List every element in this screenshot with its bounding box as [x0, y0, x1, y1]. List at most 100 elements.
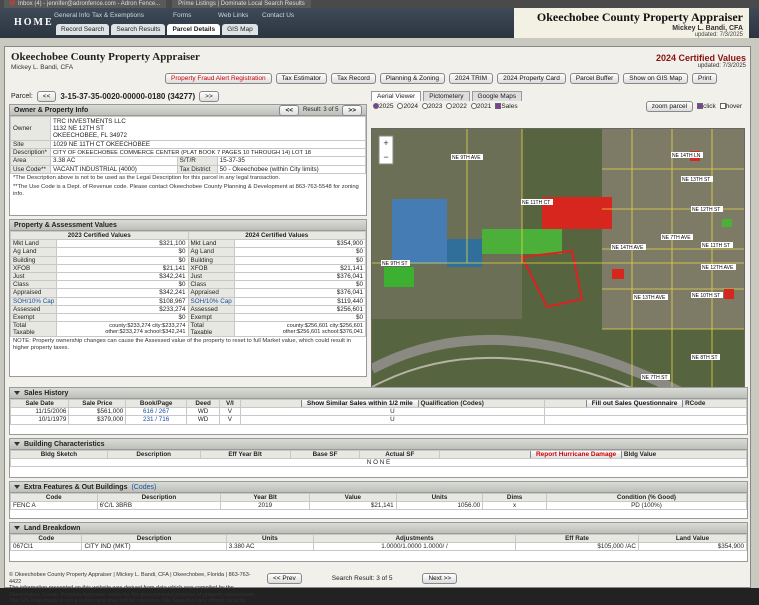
- use-code: VACANT INDUSTRIAL (4000): [50, 164, 178, 174]
- fraud-alert-button[interactable]: Property Fraud Alert Registration: [165, 73, 272, 84]
- print-button[interactable]: Print: [692, 73, 718, 84]
- owner-next-button[interactable]: >>: [342, 104, 362, 116]
- value-label: Building: [9, 255, 58, 265]
- total-2024-a: county:$256,601 city:$256,601: [286, 322, 363, 329]
- owner-result: Result: 3 of 5: [303, 107, 339, 113]
- show-gis-map-button[interactable]: Show on GIS Map: [623, 73, 689, 84]
- book-page-link[interactable]: 616 / 267: [125, 407, 188, 417]
- parcel-number: 3-15-37-35-0020-00000-0180 (34277): [60, 92, 196, 101]
- value-label: Mkt Land: [9, 239, 58, 249]
- values-heading: Property & Assessment Values: [10, 220, 366, 231]
- total-2023-a: county:$233,274 city:$233,274: [109, 322, 186, 329]
- browser-tab-gmail[interactable]: M Inbox (4) - jennifer@adronfence.com - A…: [4, 0, 167, 8]
- parcel-buffer-button[interactable]: Parcel Buffer: [569, 73, 620, 84]
- prev-parcel-button[interactable]: <<: [36, 91, 57, 102]
- extra-heading: Extra Features & Out Buildings (Codes): [10, 482, 747, 493]
- area-value: 3.38 AC: [50, 156, 178, 166]
- sales-cell: [544, 415, 747, 425]
- year-2024-radio[interactable]: 2024: [397, 103, 418, 110]
- value-label: XFOB: [9, 263, 58, 273]
- nav-general-info[interactable]: General Info: [54, 12, 90, 19]
- tax-record-button[interactable]: Tax Record: [331, 73, 376, 84]
- value-amount: $0: [56, 247, 189, 257]
- codes-link[interactable]: (Codes): [131, 484, 156, 491]
- collapse-icon[interactable]: [14, 485, 20, 489]
- tab-gis-map[interactable]: GIS Map: [222, 24, 258, 35]
- hurricane-damage-button[interactable]: Report Hurricane Damage: [529, 451, 623, 458]
- tab-aerial-viewer[interactable]: Aerial Viewer: [371, 91, 422, 101]
- planning-zoning-button[interactable]: Planning & Zoning: [379, 73, 446, 84]
- nav-tax-exemptions[interactable]: Tax & Exemptions: [92, 12, 144, 19]
- next-result-button[interactable]: Next >>: [422, 573, 458, 584]
- next-parcel-button[interactable]: >>: [199, 91, 219, 102]
- value-amount: $21,141: [56, 263, 189, 273]
- value-amount: $256,601: [233, 304, 367, 314]
- sales-cell: U: [239, 407, 546, 417]
- value-label: Just: [187, 271, 235, 282]
- nav-forms[interactable]: Forms: [173, 12, 191, 19]
- value-amount: $233,274: [56, 304, 189, 314]
- collapse-icon[interactable]: [14, 442, 20, 446]
- land-table: Code Description Units Adjustments Eff Rate L…: [9, 533, 748, 552]
- sales-heading: Sales History: [10, 388, 747, 399]
- hover-checkbox[interactable]: hover: [719, 103, 742, 110]
- property-card-button[interactable]: 2024 Property Card: [497, 73, 566, 84]
- site-updated: updated: 7/3/2025: [694, 32, 743, 38]
- sales-section: Sales History Sale Date Sale Price Book/Pa…: [9, 387, 748, 435]
- year-2025-radio[interactable]: 2025: [373, 103, 393, 110]
- sales-cell: [544, 407, 747, 417]
- values-note: NOTE: Property ownership changes can cau…: [13, 338, 352, 352]
- value-label: Exempt: [9, 312, 58, 323]
- value-row: Appraised $342,241 Appraised $376,041: [9, 288, 367, 298]
- sales-checkbox[interactable]: Sales: [495, 103, 518, 110]
- street-label: NE 9TH ST: [382, 261, 408, 267]
- owner-section: Owner & Property Info << Result: 3 of 5 …: [9, 104, 367, 216]
- value-label[interactable]: SOH/10% Cap: [9, 296, 58, 306]
- extra-features-section: Extra Features & Out Buildings (Codes) Co…: [9, 481, 748, 519]
- svg-text:−: −: [383, 152, 388, 162]
- year-2022-radio[interactable]: 2022: [446, 103, 467, 110]
- street-label: NE 14TH AVE: [612, 245, 644, 251]
- browser-tab-prime[interactable]: Prime Listings | Dominate Local Search R…: [172, 0, 311, 8]
- gmail-icon: M: [10, 1, 15, 7]
- value-label[interactable]: SOH/10% Cap: [187, 296, 235, 306]
- tab-record-search[interactable]: Record Search: [56, 24, 110, 35]
- value-label: Ag Land: [187, 247, 235, 257]
- sales-cell: $379,000: [68, 415, 127, 425]
- site-title-block: Okeechobee County Property Appraiser Mic…: [514, 8, 749, 38]
- sales-questionnaire-button[interactable]: Fill out Sales Questionnaire: [585, 400, 684, 407]
- trim-button[interactable]: 2024 TRIM: [449, 73, 494, 84]
- sales-cell: WD: [186, 415, 221, 425]
- value-label: Appraised: [187, 288, 235, 298]
- nav-web-links[interactable]: Web Links: [218, 12, 248, 19]
- usecode-note: **The Use Code is a Dept. of Revenue cod…: [13, 183, 359, 197]
- value-amount: $321,100: [56, 239, 189, 249]
- prev-result-button[interactable]: << Prev: [267, 573, 302, 584]
- similar-sales-button[interactable]: Show Similar Sales within 1/2 mile: [300, 400, 419, 407]
- total-2024-b: other:$256,601 school:$376,041: [282, 329, 363, 336]
- click-checkbox[interactable]: click: [697, 103, 716, 110]
- collapse-icon[interactable]: [14, 526, 20, 530]
- home-link[interactable]: HOME: [14, 17, 54, 28]
- sales-cell: WD: [186, 407, 221, 417]
- collapse-icon[interactable]: [14, 391, 20, 395]
- tab-search-results[interactable]: Search Results: [111, 24, 166, 35]
- street-label: NE 10TH ST: [692, 293, 720, 299]
- value-amount: $342,241: [56, 288, 189, 298]
- tab-pictometery[interactable]: Pictometery: [423, 91, 470, 101]
- book-page-link[interactable]: 231 / 716: [125, 415, 188, 425]
- nav-contact-us[interactable]: Contact Us: [262, 12, 294, 19]
- value-label: Exempt: [187, 312, 235, 323]
- value-label: Class: [9, 280, 58, 290]
- owner-prev-button[interactable]: <<: [279, 104, 300, 116]
- tab-google-maps[interactable]: Google Maps: [471, 91, 523, 101]
- value-amount: $354,900: [233, 239, 367, 249]
- building-section: Building Characteristics Bldg Sketch Desc…: [9, 438, 748, 478]
- zoom-parcel-button[interactable]: zoom parcel: [645, 101, 694, 112]
- tax-estimator-button[interactable]: Tax Estimator: [275, 73, 328, 84]
- value-label: Mkt Land: [187, 239, 235, 249]
- year-2023-radio[interactable]: 2023: [421, 103, 442, 110]
- year-2021-radio[interactable]: 2021: [470, 103, 491, 110]
- tab-parcel-details[interactable]: Parcel Details: [167, 24, 221, 35]
- value-amount: $21,141: [233, 263, 367, 273]
